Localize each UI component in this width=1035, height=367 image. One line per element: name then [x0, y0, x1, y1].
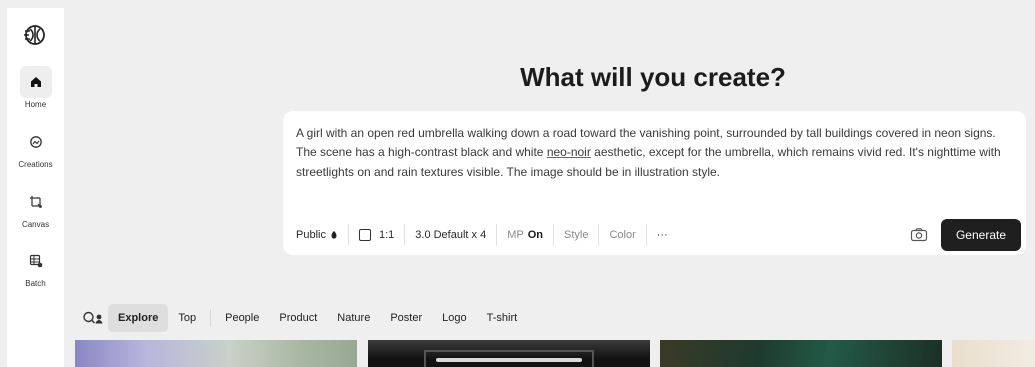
prompt-input[interactable]: A girl with an open red umbrella walking…: [296, 124, 1008, 182]
prompt-toolbar: Public 1:1 3.0 Default x 4 MP On Style C…: [296, 224, 678, 246]
model-select[interactable]: 3.0 Default x 4: [404, 224, 496, 246]
sidebar-item-home[interactable]: Home: [7, 66, 64, 109]
visibility-toggle[interactable]: Public: [296, 224, 348, 246]
home-icon: [19, 66, 52, 98]
sidebar-item-label: Creations: [18, 160, 53, 169]
gallery-image[interactable]: [368, 340, 650, 367]
filter-chip-poster[interactable]: Poster: [380, 304, 432, 332]
image-detail: [436, 358, 582, 362]
filter-chip-logo[interactable]: Logo: [432, 304, 476, 332]
image-upload-button[interactable]: [910, 227, 928, 243]
model-label: 3.0 Default x 4: [415, 229, 487, 241]
filter-chip-nature[interactable]: Nature: [327, 304, 380, 332]
filter-divider: [210, 309, 212, 327]
style-label: Style: [563, 229, 589, 241]
canvas-icon: [20, 186, 52, 218]
mp-toggle[interactable]: MP On: [496, 224, 553, 246]
logo-icon[interactable]: [22, 22, 48, 48]
visibility-icon: [331, 231, 337, 239]
search-filter-icon[interactable]: [82, 310, 104, 326]
mp-value: On: [527, 229, 543, 241]
style-button[interactable]: Style: [552, 224, 598, 246]
page-title: What will you create?: [520, 62, 786, 92]
sidebar-item-batch[interactable]: Batch: [7, 245, 64, 288]
color-button[interactable]: Color: [598, 224, 645, 246]
filter-chip-people[interactable]: People: [215, 304, 269, 332]
color-label: Color: [609, 229, 636, 241]
camera-icon: [910, 228, 928, 242]
generate-button[interactable]: Generate: [941, 219, 1021, 251]
filter-chip-product[interactable]: Product: [269, 304, 327, 332]
gallery-image[interactable]: [660, 340, 942, 367]
sidebar-item-label: Batch: [25, 279, 46, 288]
creations-icon: [20, 126, 52, 158]
aspect-ratio-label: 1:1: [378, 229, 395, 241]
batch-icon: [20, 245, 52, 277]
sidebar-item-creations[interactable]: Creations: [7, 126, 64, 169]
sidebar-item-label: Canvas: [21, 220, 50, 229]
filter-chip-explore[interactable]: Explore: [108, 304, 169, 332]
mp-label: MP: [507, 229, 524, 241]
aspect-ratio-button[interactable]: 1:1: [347, 224, 404, 246]
sidebar-item-label: Home: [24, 100, 47, 109]
visibility-label: Public: [296, 229, 326, 241]
gallery-image[interactable]: [75, 340, 357, 367]
explore-filters: Explore Top People Product Nature Poster…: [82, 303, 527, 333]
more-options-button[interactable]: ···: [645, 224, 678, 246]
more-icon: ···: [656, 229, 668, 241]
top-strip: [0, 0, 1035, 8]
filter-chip-tshirt[interactable]: T-shirt: [477, 304, 528, 332]
sidebar: Home Creations Canvas Batch: [7, 8, 64, 367]
hero: What will you create?: [283, 62, 1023, 93]
filter-chip-top[interactable]: Top: [168, 304, 206, 332]
prompt-card: A girl with an open red umbrella walking…: [283, 111, 1026, 255]
aspect-square-icon: [358, 229, 371, 241]
prompt-underlined-word: neo-noir: [546, 145, 591, 160]
gallery-image[interactable]: [952, 340, 1035, 367]
sidebar-item-canvas[interactable]: Canvas: [7, 186, 64, 229]
